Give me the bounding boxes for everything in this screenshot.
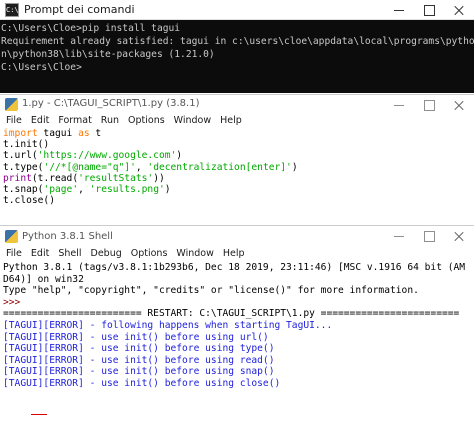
editor-window-title: 1.py - C:\TAGUI_SCRIPT\1.py (3.8.1): [22, 98, 200, 109]
maximize-button[interactable]: [414, 95, 444, 113]
error-line: [TAGUI][ERROR] - use init() before using…: [3, 343, 275, 355]
code-line: t.init(): [3, 139, 50, 151]
code-text: tagui: [37, 128, 79, 139]
code-line: import tagui as t: [3, 128, 474, 139]
minimize-button[interactable]: [384, 95, 414, 113]
editor-titlebar[interactable]: 1.py - C:\TAGUI_SCRIPT\1.py (3.8.1): [0, 95, 474, 113]
string-literal: '//*[@name="q"]': [43, 161, 136, 173]
menu-edit[interactable]: Edit: [27, 113, 54, 128]
code-text: ): [176, 150, 183, 162]
menu-window[interactable]: Window: [172, 246, 218, 262]
cmd-console-output[interactable]: C:\Users\Cloe>pip install tagui Requireme…: [0, 20, 474, 74]
minimize-button[interactable]: [384, 0, 414, 20]
cmd-window-title: Prompt dei comandi: [24, 3, 135, 16]
code-text: t.type(: [3, 161, 44, 173]
code-line: print(t.read('resultStats')): [3, 173, 474, 184]
error-line: [TAGUI][ERROR] - use init() before using…: [3, 377, 281, 389]
string-literal: 'page': [43, 184, 79, 196]
maximize-button[interactable]: [414, 0, 444, 20]
text-cursor-underline: [31, 414, 47, 415]
idle-editor-window: 1.py - C:\TAGUI_SCRIPT\1.py (3.8.1) File…: [0, 94, 474, 223]
menu-options[interactable]: Options: [124, 113, 170, 128]
code-text: t: [89, 128, 102, 139]
string-literal: 'https://www.google.com': [37, 150, 177, 162]
banner-line: Type "help", "copyright", "credits" or "…: [3, 285, 419, 297]
maximize-button[interactable]: [414, 226, 444, 244]
code-text: t.url(: [3, 150, 38, 162]
menu-format[interactable]: Format: [54, 113, 96, 128]
python-icon: [5, 98, 18, 111]
banner-line: Python 3.8.1 (tags/v3.8.1:1b293b6, Dec 1…: [3, 262, 466, 273]
banner-line: D64)] on win32: [3, 273, 84, 285]
code-text: (t.read(: [31, 172, 79, 184]
code-text: ): [164, 184, 171, 196]
error-line: [TAGUI][ERROR] - use init() before using…: [3, 354, 275, 366]
code-text: t.snap(: [3, 184, 44, 196]
menu-file[interactable]: File: [2, 113, 27, 128]
keyword: as: [78, 128, 90, 139]
shell-window-title: Python 3.8.1 Shell: [22, 231, 113, 242]
error-line: [TAGUI][ERROR] - following happens when …: [3, 319, 333, 331]
close-button[interactable]: [444, 226, 474, 244]
cmd-app-icon: C:\: [5, 3, 19, 17]
code-text: ,: [78, 184, 90, 196]
shell-output-area[interactable]: Python 3.8.1 (tags/v3.8.1:1b293b6, Dec 1…: [0, 262, 474, 390]
menu-file[interactable]: File: [2, 246, 27, 262]
editor-code-area[interactable]: import tagui as t t.init() t.url('https://…: [0, 128, 474, 206]
menu-debug[interactable]: Debug: [87, 246, 127, 262]
menu-help[interactable]: Help: [219, 246, 250, 262]
shell-menubar: File Edit Shell Debug Options Window Hel…: [0, 246, 474, 262]
string-literal: 'decentralization[enter]': [147, 161, 292, 173]
command-prompt-window: C:\ Prompt dei comandi C:\Users\Cloe>pip…: [0, 0, 474, 93]
editor-menubar: File Edit Format Run Options Window Help: [0, 113, 474, 128]
console-line: n\python38\lib\site-packages (1.21.0): [1, 49, 215, 60]
menu-options[interactable]: Options: [127, 246, 173, 262]
python-icon: [5, 230, 18, 243]
minimize-button[interactable]: [384, 226, 414, 244]
code-line: t.url('https://www.google.com'): [3, 150, 474, 161]
close-button[interactable]: [444, 95, 474, 113]
error-line: [TAGUI][ERROR] - use init() before using…: [3, 331, 269, 343]
code-line: t.close(): [3, 195, 55, 207]
string-literal: 'resultStats': [78, 172, 154, 184]
cmd-titlebar[interactable]: C:\ Prompt dei comandi: [0, 0, 474, 20]
menu-run[interactable]: Run: [97, 113, 124, 128]
error-line: [TAGUI][ERROR] - use init() before using…: [3, 366, 275, 378]
console-line: Requirement already satisfied: tagui in …: [1, 36, 474, 47]
string-literal: 'results.png': [89, 184, 165, 196]
code-text: )): [153, 172, 165, 184]
code-line: t.type('//*[@name="q"]', 'decentralizati…: [3, 162, 474, 173]
idle-shell-window: Python 3.8.1 Shell File Edit Shell Debug…: [0, 225, 474, 423]
builtin-name: print: [3, 172, 32, 184]
keyword: import: [3, 128, 38, 139]
shell-prompt: >>>: [3, 296, 21, 308]
menu-shell[interactable]: Shell: [54, 246, 86, 262]
close-button[interactable]: [444, 0, 474, 20]
menu-edit[interactable]: Edit: [27, 246, 54, 262]
console-line: C:\Users\Cloe>pip install tagui: [1, 23, 181, 34]
code-line: t.snap('page', 'results.png'): [3, 184, 474, 195]
code-text: ): [291, 161, 298, 173]
menu-window[interactable]: Window: [170, 113, 216, 128]
console-line: C:\Users\Cloe>: [1, 62, 82, 73]
restart-banner: ======================== RESTART: C:\TAG…: [3, 308, 460, 320]
menu-help[interactable]: Help: [216, 113, 247, 128]
code-text: ,: [135, 161, 148, 173]
shell-titlebar[interactable]: Python 3.8.1 Shell: [0, 226, 474, 246]
